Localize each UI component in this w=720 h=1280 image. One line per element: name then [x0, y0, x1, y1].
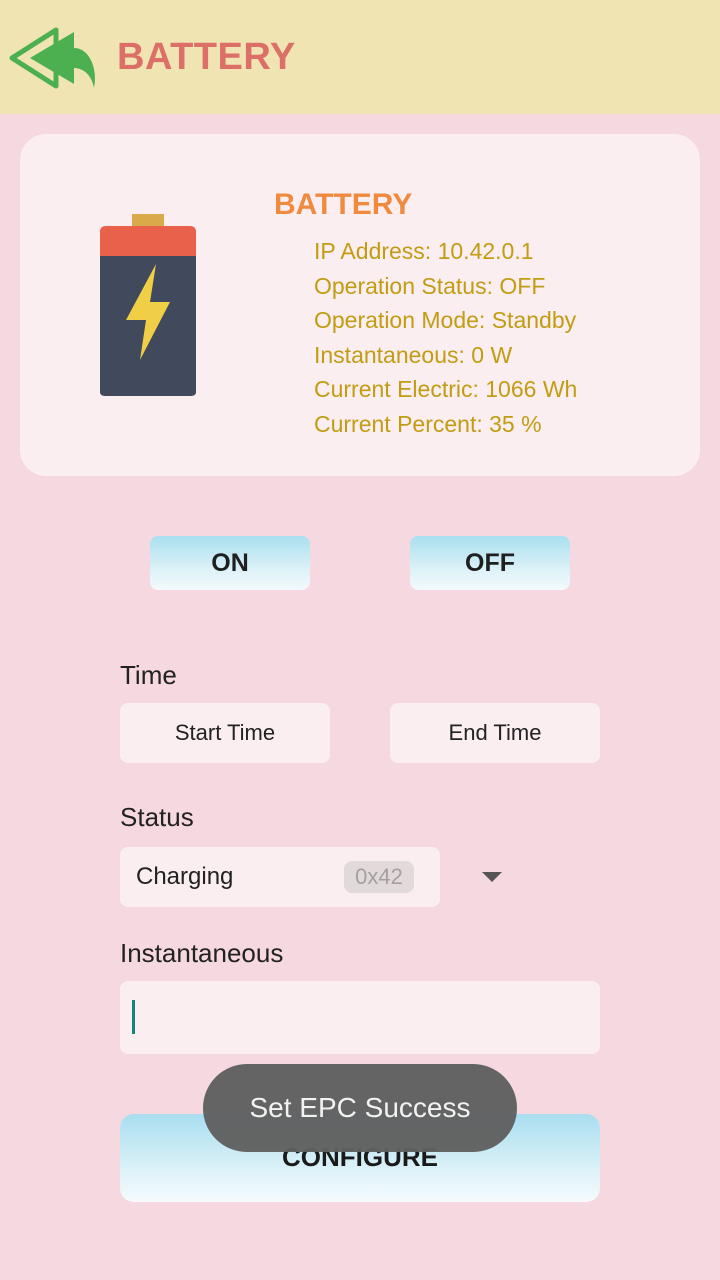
off-button[interactable]: OFF: [410, 536, 570, 590]
on-button[interactable]: ON: [150, 536, 310, 590]
status-code-badge: 0x42: [344, 861, 414, 893]
current-percent-info: Current Percent: 35 %: [314, 410, 542, 437]
start-time-button[interactable]: Start Time: [120, 703, 330, 763]
status-select[interactable]: Charging 0x42: [120, 847, 440, 907]
app-bar: BATTERY: [0, 0, 720, 114]
battery-icon: [100, 214, 196, 396]
device-info-list: IP Address: 10.42.0.1 Operation Status: …: [314, 234, 577, 441]
instantaneous-input[interactable]: [120, 981, 600, 1054]
current-electric-info: Current Electric: 1066 Wh: [314, 376, 578, 402]
end-time-button[interactable]: End Time: [390, 703, 600, 763]
operation-status-info: Operation Status: OFF: [314, 272, 546, 299]
back-button[interactable]: [8, 26, 100, 94]
status-selected-value: Charging: [136, 863, 234, 890]
ip-address-info: IP Address: 10.42.0.1: [314, 238, 534, 264]
operation-mode-info: Operation Mode: Standby: [314, 307, 577, 333]
instantaneous-label: Instantaneous: [120, 938, 284, 968]
time-label: Time: [120, 660, 177, 690]
app-title: BATTERY: [117, 36, 296, 78]
status-label: Status: [120, 802, 194, 832]
instantaneous-info: Instantaneous: 0 W: [314, 341, 513, 368]
toast-message: Set EPC Success: [203, 1064, 517, 1152]
double-back-arrow-icon: [9, 27, 96, 89]
device-title: BATTERY: [274, 188, 413, 221]
device-info-card: BATTERY IP Address: 10.42.0.1 Operation …: [20, 134, 700, 476]
text-caret: [132, 1000, 135, 1034]
dropdown-arrow-icon[interactable]: [482, 872, 502, 882]
